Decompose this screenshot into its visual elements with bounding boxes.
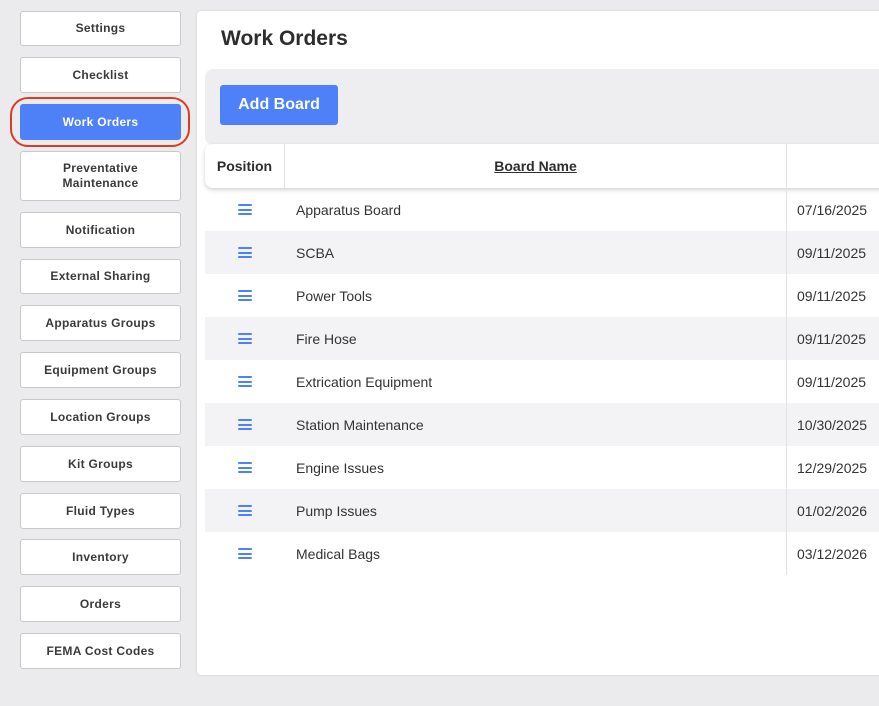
drag-handle-icon-bar — [238, 471, 252, 473]
drag-handle-icon-bar — [238, 423, 252, 426]
sidebar-item-inventory[interactable]: Inventory — [20, 539, 181, 575]
sidebar-item-external-sharing[interactable]: External Sharing — [20, 259, 181, 294]
drag-handle-icon-bar — [238, 247, 252, 249]
drag-handle-icon-bar — [238, 380, 252, 383]
drag-handle-icon — [238, 247, 252, 258]
column-header-position: Position — [205, 144, 285, 188]
drag-handle-icon-bar — [238, 509, 252, 512]
drag-handle-icon-bar — [238, 557, 252, 559]
drag-handle[interactable] — [205, 532, 285, 575]
drag-handle-icon-bar — [238, 208, 252, 211]
board-name-cell: Station Maintenance — [285, 403, 787, 446]
table-row[interactable]: Station Maintenance 10/30/2025 — [205, 403, 879, 446]
board-date-cell: 09/11/2025 — [797, 330, 867, 347]
toolbar: Add Board — [205, 69, 879, 145]
board-name-cell: Engine Issues — [285, 446, 787, 489]
drag-handle-icon-bar — [238, 256, 252, 258]
sidebar-item-fluid-types[interactable]: Fluid Types — [20, 493, 181, 529]
page-title: Work Orders — [221, 27, 348, 50]
drag-handle[interactable] — [205, 188, 285, 231]
sidebar-item-work-orders[interactable]: Work Orders — [20, 104, 181, 140]
drag-handle-icon — [238, 376, 252, 387]
sidebar-item-orders[interactable]: Orders — [20, 586, 181, 622]
drag-handle-icon-bar — [238, 294, 252, 297]
board-name-cell: SCBA — [285, 231, 787, 274]
drag-handle[interactable] — [205, 360, 285, 403]
board-name-cell: Pump Issues — [285, 489, 787, 532]
board-name-cell: Power Tools — [285, 274, 787, 317]
drag-handle-icon-bar — [238, 385, 252, 387]
sidebar-item-preventative-maintenance[interactable]: Preventative Maintenance — [20, 151, 181, 201]
drag-handle-icon-bar — [238, 337, 252, 340]
board-date-cell: 03/12/2026 — [797, 545, 868, 562]
drag-handle[interactable] — [205, 231, 285, 274]
sidebar-item-kit-groups[interactable]: Kit Groups — [20, 446, 181, 482]
drag-handle-icon-bar — [238, 466, 252, 469]
board-date-cell: 09/11/2025 — [797, 244, 867, 261]
drag-handle[interactable] — [205, 446, 285, 489]
sidebar-item-location-groups[interactable]: Location Groups — [20, 399, 181, 435]
table-row[interactable]: Apparatus Board 07/16/2025 — [205, 188, 879, 231]
drag-handle-icon — [238, 505, 252, 516]
drag-handle-icon-bar — [238, 552, 252, 555]
drag-handle-icon-bar — [238, 342, 252, 344]
drag-handle[interactable] — [205, 403, 285, 446]
table-header: Position Board Name — [205, 144, 879, 188]
drag-handle-icon — [238, 548, 252, 559]
board-name-cell: Extrication Equipment — [285, 360, 787, 403]
drag-handle[interactable] — [205, 274, 285, 317]
board-date-cell: 12/29/2025 — [797, 459, 868, 476]
drag-handle-icon-bar — [238, 299, 252, 301]
column-header-date — [787, 144, 879, 188]
board-name-cell: Medical Bags — [285, 532, 787, 575]
drag-handle-icon — [238, 419, 252, 430]
drag-handle-icon-bar — [238, 514, 252, 516]
drag-handle-icon-bar — [238, 419, 252, 421]
sidebar-item-settings[interactable]: Settings — [20, 11, 181, 46]
drag-handle-icon-bar — [238, 376, 252, 378]
table-row[interactable]: Extrication Equipment 09/11/2025 — [205, 360, 879, 403]
drag-handle-icon-bar — [238, 505, 252, 507]
sidebar-item-fema-cost-codes[interactable]: FEMA Cost Codes — [20, 633, 181, 669]
drag-handle-icon — [238, 290, 252, 301]
table-row[interactable]: SCBA 09/11/2025 — [205, 231, 879, 274]
sidebar: Settings Checklist Work Orders Preventat… — [0, 0, 196, 706]
sidebar-item-apparatus-groups[interactable]: Apparatus Groups — [20, 305, 181, 341]
board-date-cell: 09/11/2025 — [797, 287, 867, 304]
board-date-cell: 01/02/2026 — [797, 502, 868, 519]
drag-handle-icon-bar — [238, 428, 252, 430]
drag-handle-icon-bar — [238, 204, 252, 206]
main-panel: Work Orders Add Board Position Board Nam… — [197, 11, 879, 675]
board-date-cell: 09/11/2025 — [797, 373, 867, 390]
sidebar-item-equipment-groups[interactable]: Equipment Groups — [20, 352, 181, 388]
drag-handle[interactable] — [205, 489, 285, 532]
board-name-cell: Fire Hose — [285, 317, 787, 360]
add-board-button[interactable]: Add Board — [220, 85, 338, 125]
sidebar-item-checklist[interactable]: Checklist — [20, 57, 181, 93]
table-row[interactable]: Medical Bags 03/12/2026 — [205, 532, 879, 575]
table-row[interactable]: Pump Issues 01/02/2026 — [205, 489, 879, 532]
board-name-cell: Apparatus Board — [285, 188, 787, 231]
table-row[interactable]: Fire Hose 09/11/2025 — [205, 317, 879, 360]
drag-handle-icon-bar — [238, 548, 252, 550]
sidebar-item-notification[interactable]: Notification — [20, 212, 181, 248]
drag-handle-icon — [238, 204, 252, 215]
table-row[interactable]: Power Tools 09/11/2025 — [205, 274, 879, 317]
board-date-cell: 07/16/2025 — [797, 201, 868, 218]
drag-handle-icon-bar — [238, 290, 252, 292]
table-row[interactable]: Engine Issues 12/29/2025 — [205, 446, 879, 489]
drag-handle[interactable] — [205, 317, 285, 360]
drag-handle-icon-bar — [238, 251, 252, 254]
drag-handle-icon-bar — [238, 333, 252, 335]
drag-handle-icon-bar — [238, 462, 252, 464]
drag-handle-icon — [238, 333, 252, 344]
drag-handle-icon-bar — [238, 213, 252, 215]
column-header-board-name[interactable]: Board Name — [285, 144, 787, 188]
board-date-cell: 10/30/2025 — [797, 416, 868, 433]
drag-handle-icon — [238, 462, 252, 473]
table-body: Apparatus Board 07/16/2025 SCBA 09/11/2025 P… — [205, 188, 879, 575]
